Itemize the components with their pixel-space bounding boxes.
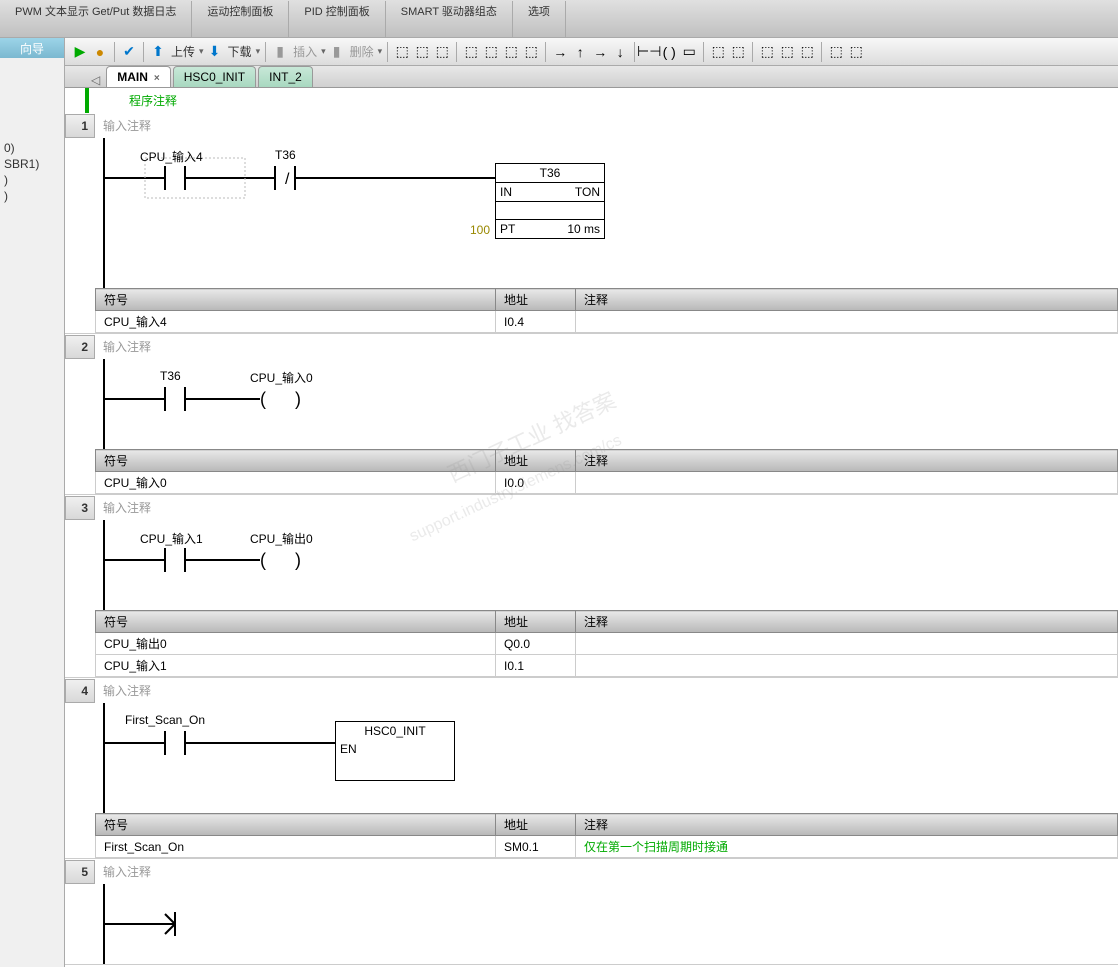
contact-label: CPU_输入1 — [140, 530, 203, 547]
tab-scroll-left[interactable]: ◁ — [85, 73, 106, 87]
ladder-editor[interactable]: 程序注释 1 输入注释 / CPU_输 — [65, 88, 1118, 967]
tool-icon-9[interactable]: ↑ — [571, 43, 589, 61]
timer-box[interactable]: T36 INTON PT10 ms — [495, 163, 605, 239]
rung-3: 3 输入注释 ( ) CPU_输入1 CPU_输出0 符号地址注释 CPU_输出… — [65, 495, 1118, 678]
rung-comment[interactable]: 输入注释 — [95, 678, 1118, 703]
svg-text:(: ( — [260, 389, 266, 409]
tab-hsc0[interactable]: HSC0_INIT — [173, 66, 256, 87]
ribbon-group-motion[interactable]: 运动控制面板 — [192, 1, 289, 37]
tool-icon-14[interactable]: ⬚ — [758, 43, 776, 61]
symbol-table: 符号地址注释 First_Scan_OnSM0.1仅在第一个扫描周期时接通 — [95, 813, 1118, 858]
rung-number: 1 — [65, 114, 95, 138]
symbol-table: 符号地址注释 CPU_输入4I0.4 — [95, 288, 1118, 333]
rung-number: 3 — [65, 496, 95, 520]
ladder-graphic — [95, 884, 295, 964]
tool-icon-13[interactable]: ⬚ — [729, 43, 747, 61]
rung-number: 2 — [65, 335, 95, 359]
contact-icon[interactable]: ⊢⊣ — [640, 43, 658, 61]
compile-icon[interactable]: ✔ — [120, 43, 138, 61]
tab-strip: ◁ MAIN× HSC0_INIT INT_2 — [65, 66, 1118, 88]
tool-icon-6[interactable]: ⬚ — [502, 43, 520, 61]
ribbon-top: PWM 文本显示 Get/Put 数据日志 运动控制面板 PID 控制面板 SM… — [0, 0, 1118, 38]
tool-icon-4[interactable]: ⬚ — [462, 43, 480, 61]
ribbon-group-option[interactable]: 选项 — [513, 1, 566, 37]
timer-name: T36 — [496, 164, 604, 183]
insert-button[interactable]: 插入 — [291, 43, 319, 60]
table-row: CPU_输出0Q0.0 — [96, 633, 1118, 655]
tool-icon-8[interactable]: → — [551, 43, 569, 61]
ribbon-group-pid[interactable]: PID 控制面板 — [289, 1, 385, 37]
insert-icon[interactable]: ▮ — [271, 43, 289, 61]
tool-icon-1[interactable]: ⬚ — [393, 43, 411, 61]
rung-number: 5 — [65, 860, 95, 884]
table-row: CPU_输入4I0.4 — [96, 311, 1118, 333]
ribbon-group-smart[interactable]: SMART 驱动器组态 — [386, 1, 513, 37]
svg-text:): ) — [295, 550, 301, 570]
tool-icon-16[interactable]: ⬚ — [798, 43, 816, 61]
delete-button[interactable]: 删除 — [348, 43, 376, 60]
symbol-table: 符号地址注释 CPU_输入0I0.0 — [95, 449, 1118, 494]
tab-int2[interactable]: INT_2 — [258, 66, 313, 87]
contact-label: CPU_输入4 — [140, 148, 203, 165]
pt-value: 100 — [470, 223, 490, 237]
rung-comment[interactable]: 输入注释 — [95, 334, 1118, 359]
rung-4: 4 输入注释 First_Scan_On HSC0_INIT EN 符号地址注 — [65, 678, 1118, 859]
tool-icon-10[interactable]: → — [591, 43, 609, 61]
tool-icon-3[interactable]: ⬚ — [433, 43, 451, 61]
ribbon-group-pwm[interactable]: PWM 文本显示 Get/Put 数据日志 — [0, 1, 192, 37]
upload-button[interactable]: 上传 — [169, 43, 197, 60]
rung-2: 2 输入注释 ( ) T36 CPU_输入0 符号地址注释 CPU_输入0I0.… — [65, 334, 1118, 495]
contact-label: T36 — [275, 148, 296, 162]
svg-text:): ) — [295, 389, 301, 409]
table-row: CPU_输入0I0.0 — [96, 472, 1118, 494]
editor-area: ▶ ● ✔ ⬆ 上传▾ ⬇ 下载▾ ▮ 插入▾ ▮ 删除▾ ⬚ ⬚ ⬚ ⬚ ⬚ … — [64, 38, 1118, 967]
rung-comment[interactable]: 输入注释 — [95, 113, 1118, 138]
box-name: HSC0_INIT — [336, 722, 454, 740]
tool-icon-11[interactable]: ↓ — [611, 43, 629, 61]
coil-label: CPU_输出0 — [250, 530, 313, 547]
run-icon[interactable]: ▶ — [71, 43, 89, 61]
box-en: EN — [336, 740, 454, 758]
rung-number: 4 — [65, 679, 95, 703]
editor-toolbar: ▶ ● ✔ ⬆ 上传▾ ⬇ 下载▾ ▮ 插入▾ ▮ 删除▾ ⬚ ⬚ ⬚ ⬚ ⬚ … — [65, 38, 1118, 66]
delete-icon[interactable]: ▮ — [328, 43, 346, 61]
tool-icon-15[interactable]: ⬚ — [778, 43, 796, 61]
tool-icon-18[interactable]: ⬚ — [847, 43, 865, 61]
rung-5: 5 输入注释 — [65, 859, 1118, 965]
download-button[interactable]: 下载 — [226, 43, 254, 60]
contact-label: T36 — [160, 369, 181, 383]
coil-label: CPU_输入0 — [250, 369, 313, 386]
tool-icon-17[interactable]: ⬚ — [827, 43, 845, 61]
tool-icon-2[interactable]: ⬚ — [413, 43, 431, 61]
tab-main[interactable]: MAIN× — [106, 66, 171, 87]
download-icon[interactable]: ⬇ — [206, 43, 224, 61]
project-tree: 0) SBR1) ) ) — [0, 140, 64, 204]
table-row: CPU_输入1I0.1 — [96, 655, 1118, 677]
program-comment[interactable]: 程序注释 — [85, 88, 1118, 113]
contact-label: First_Scan_On — [125, 713, 205, 727]
svg-text:(: ( — [260, 550, 266, 570]
box-icon[interactable]: ▭ — [680, 43, 698, 61]
symbol-table: 符号地址注释 CPU_输出0Q0.0 CPU_输入1I0.1 — [95, 610, 1118, 677]
subroutine-box[interactable]: HSC0_INIT EN — [335, 721, 455, 781]
close-icon[interactable]: × — [154, 73, 160, 84]
rung-comment[interactable]: 输入注释 — [95, 495, 1118, 520]
tool-icon-7[interactable]: ⬚ — [522, 43, 540, 61]
rung-1: 1 输入注释 / CPU_输入4 T36 — [65, 113, 1118, 334]
tool-icon-5[interactable]: ⬚ — [482, 43, 500, 61]
svg-text:/: / — [285, 171, 290, 188]
tool-icon-12[interactable]: ⬚ — [709, 43, 727, 61]
table-row: First_Scan_OnSM0.1仅在第一个扫描周期时接通 — [96, 836, 1118, 858]
coil-icon[interactable]: ( ) — [660, 43, 678, 61]
upload-icon[interactable]: ⬆ — [149, 43, 167, 61]
stop-icon[interactable]: ● — [91, 43, 109, 61]
rung-comment[interactable]: 输入注释 — [95, 859, 1118, 884]
